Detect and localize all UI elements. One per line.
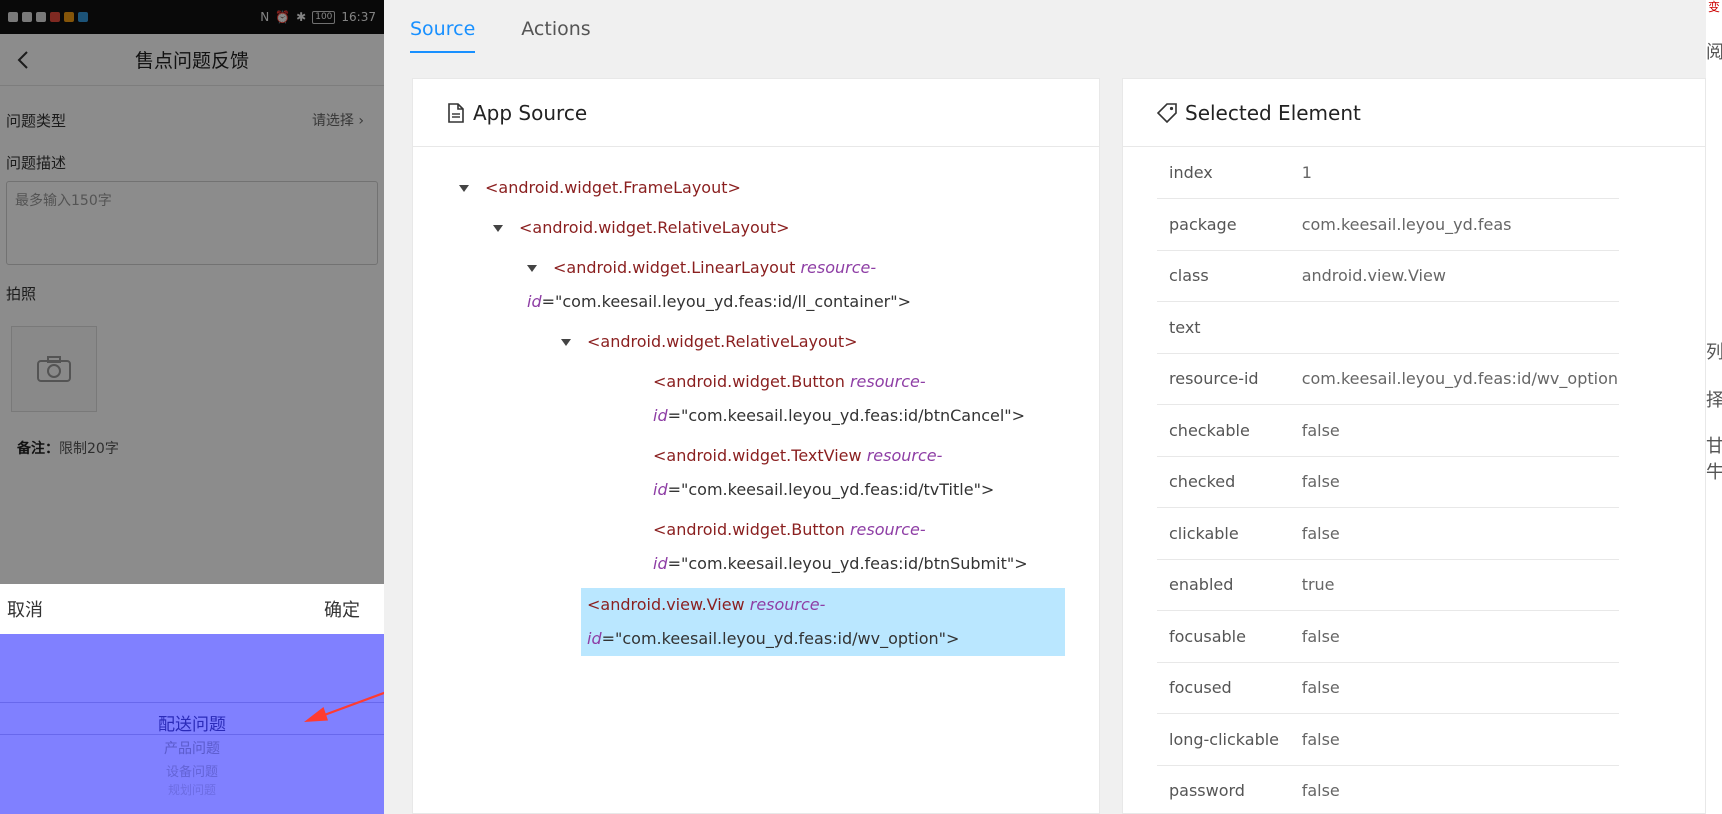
tab-source[interactable]: Source [410,0,476,53]
table-row: long-clickable false [1157,713,1619,766]
table-row: resource-id com.keesail.leyou_yd.feas:id/… [1157,353,1619,405]
picker-toolbar: 取消 确定 [0,584,384,634]
caret-down-icon[interactable] [561,339,571,346]
caret-down-icon[interactable] [459,185,469,192]
caret-down-icon[interactable] [527,265,537,272]
confirm-button[interactable]: 确定 [324,596,360,622]
file-icon [448,102,464,123]
table-row: text [1157,301,1619,354]
table-row: package com.keesail.leyou_yd.feas [1157,198,1619,251]
tag-icon [1157,102,1177,123]
wheel-option[interactable]: 规划问题 [0,781,384,798]
table-row: focused false [1157,662,1619,714]
properties-table: index 1 package com.keesail.leyou_yd.feas … [1157,147,1619,813]
selected-element-card: Selected Element index 1 package com.keesa… [1122,78,1706,814]
adjacent-window-edge: 变 阅 列 择 甘牛 [1706,0,1722,814]
tab-bar: Source Actions [384,0,611,56]
tree-node[interactable]: <android.widget.LinearLayout resource-id… [527,251,957,319]
caret-down-icon[interactable] [493,225,503,232]
selected-element-header: Selected Element [1123,79,1705,147]
app-source-header: App Source [413,79,1099,147]
tree-node[interactable]: <android.widget.Button resource-id="com.… [653,513,1028,581]
table-row: index 1 [1157,147,1619,199]
tab-actions[interactable]: Actions [521,0,590,53]
cancel-button[interactable]: 取消 [7,596,43,622]
card-title: App Source [473,100,588,125]
table-row: password false [1157,765,1619,813]
wheel-option[interactable]: 产品问题 [0,738,384,758]
wheel-option[interactable]: 设备问题 [0,761,384,780]
tree-node[interactable]: <android.widget.Button resource-id="com.… [653,365,1025,433]
tree-node[interactable]: <android.widget.TextView resource-id="co… [653,439,1013,507]
table-row: focusable false [1157,610,1619,663]
table-row: clickable false [1157,507,1619,560]
table-row: enabled true [1157,559,1619,611]
tree-node[interactable]: <android.widget.RelativeLayout> [493,211,790,245]
tree-node-selected[interactable]: <android.view.View resource-id="com.kees… [581,588,1065,656]
app-source-card: App Source <android.widget.FrameLayout> … [412,78,1100,814]
inspector-panel: Source Actions App Source <android.widge… [384,0,1722,814]
table-row: checked false [1157,456,1619,508]
table-row: class android.view.View [1157,250,1619,302]
modal-overlay[interactable] [0,0,384,584]
tree-node[interactable]: <android.widget.RelativeLayout> [561,325,858,359]
table-row: checkable false [1157,404,1619,457]
tree-node[interactable]: <android.widget.FrameLayout> [459,171,741,205]
card-title: Selected Element [1185,100,1361,125]
